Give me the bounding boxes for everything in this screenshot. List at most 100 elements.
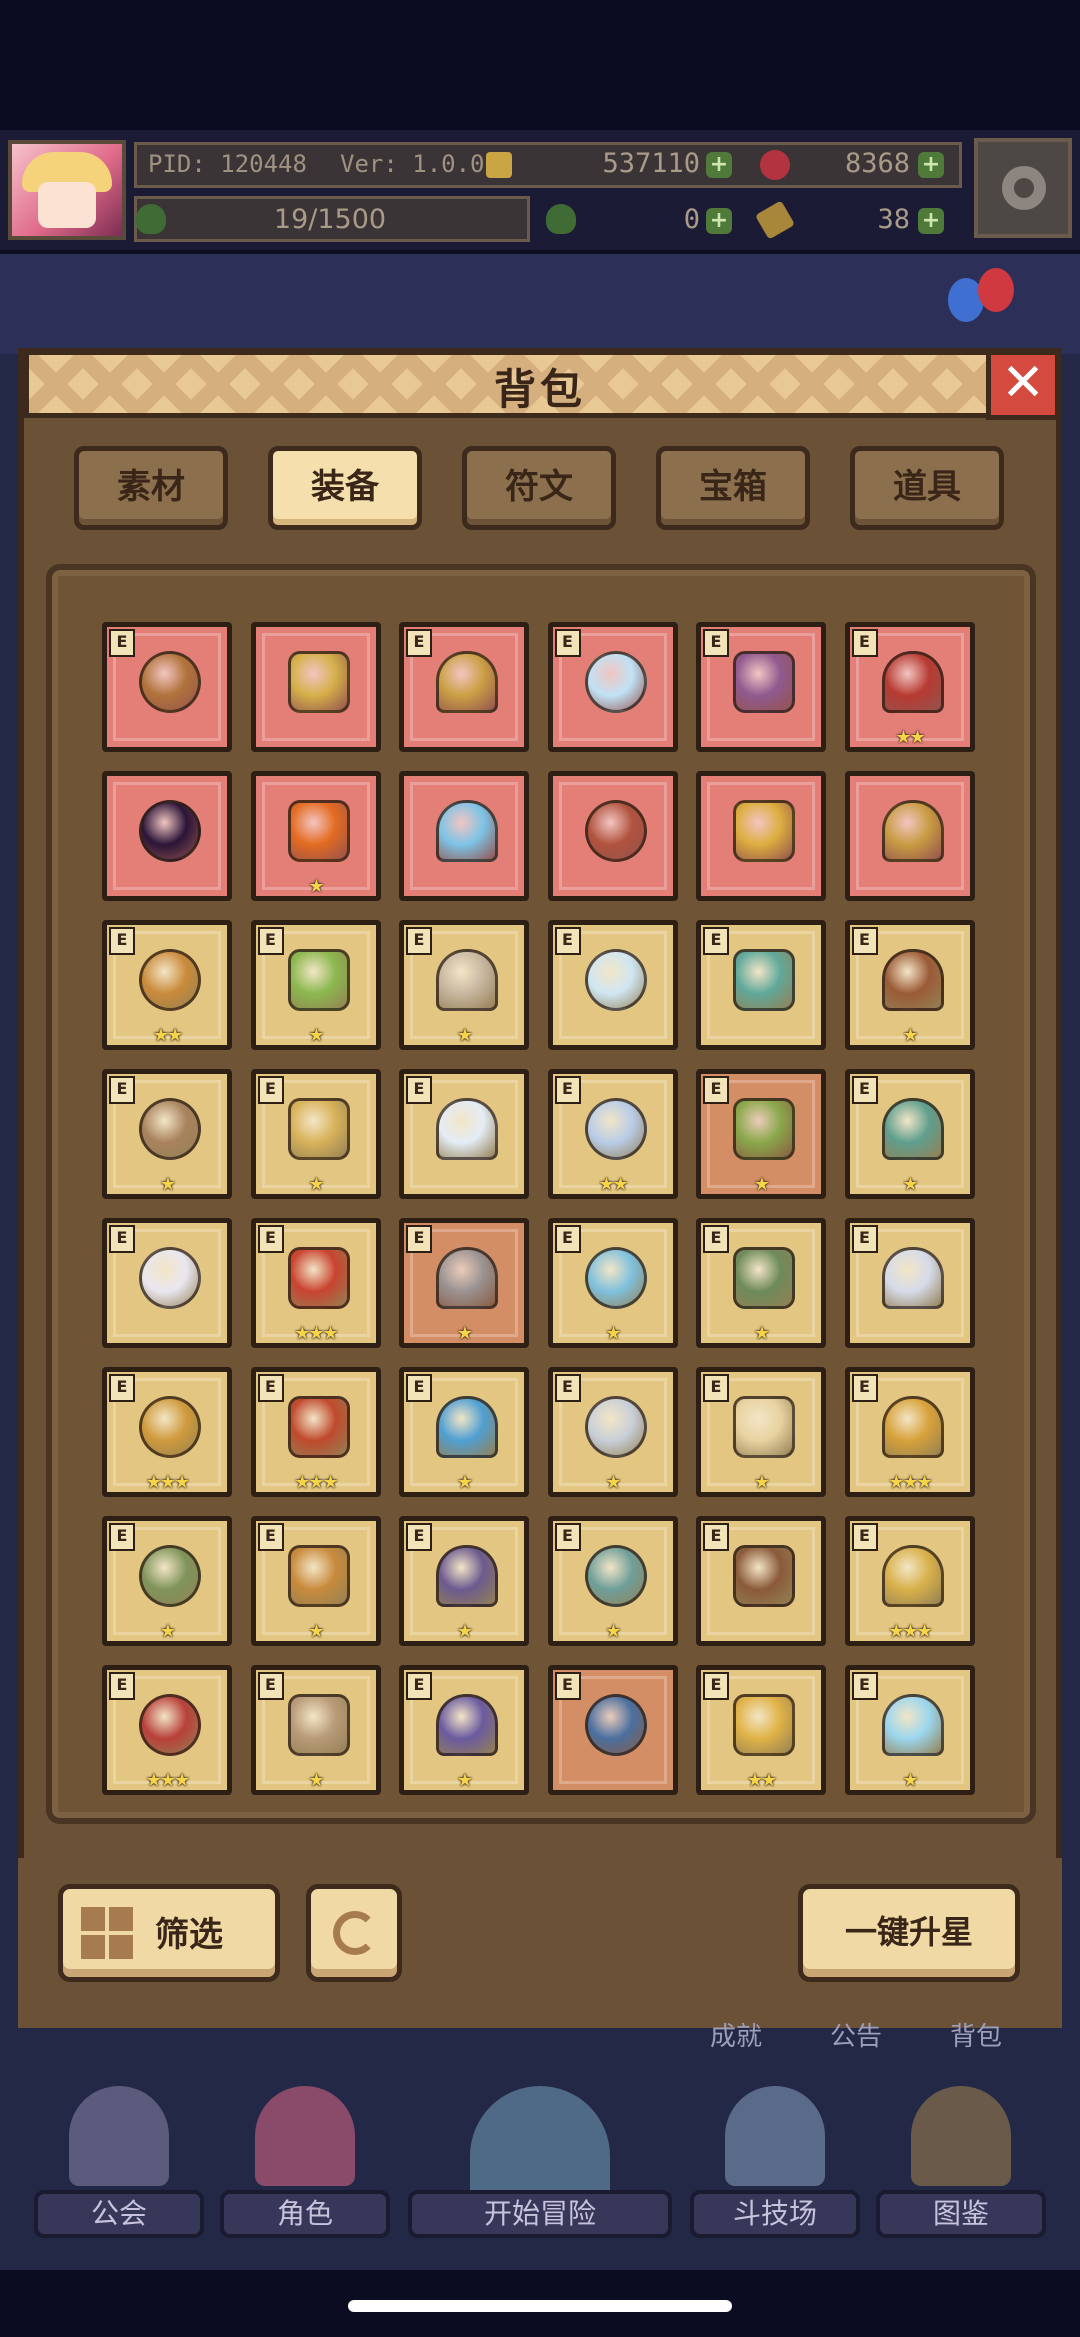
tab-chests[interactable]: 宝箱 [656,446,810,530]
teal-helmet-icon [881,1098,944,1160]
nav-arena[interactable]: 斗技场 [690,2086,860,2246]
filter-button[interactable]: 筛选 [58,1884,280,1982]
leather-boots-icon [287,1694,350,1756]
inventory-slot[interactable]: E ★ [250,1516,381,1646]
add-key-icon[interactable]: + [918,208,944,234]
equipped-badge: E [554,1225,581,1253]
inventory-slot[interactable]: E ★ [102,1516,232,1646]
horned-helmet-icon [436,651,498,713]
refresh-icon [333,1911,377,1955]
inventory-slot[interactable]: E ★★ [547,1069,678,1199]
blue-boots-icon [584,1694,647,1756]
inventory-slot[interactable]: E [547,920,678,1050]
close-button[interactable]: ✕ [986,350,1060,420]
settings-button[interactable] [974,138,1072,238]
inventory-slot[interactable]: E ★ [399,1516,529,1646]
inventory-slot[interactable]: E ★★★ [844,1516,975,1646]
character-icon [255,2086,355,2186]
inventory-slot[interactable]: E ★ [696,1367,826,1497]
add-gem-icon[interactable]: + [918,152,944,178]
equipped-badge: E [257,1672,284,1700]
inventory-slot[interactable]: E [696,1516,826,1646]
inventory-slot[interactable]: E ★★★ [102,1367,232,1497]
inventory-slot[interactable]: E ★ [696,1069,826,1199]
inventory-slot[interactable]: E [399,622,529,752]
equipped-badge: E [851,1225,878,1253]
inventory-slot[interactable]: E ★ [399,1665,529,1795]
inventory-slot[interactable]: E ★ [547,1516,678,1646]
gold-amount: 537110 [602,148,700,179]
inventory-slot[interactable]: E [696,920,826,1050]
inventory-slot[interactable]: E ★ [399,1218,529,1348]
equipped-badge: E [406,629,432,657]
gold-belt-icon [287,1545,350,1607]
ice-robe-icon [584,1247,647,1309]
inventory-slot[interactable]: E [547,1665,678,1795]
inventory-slot[interactable]: E ★ [250,920,381,1050]
inventory-slot[interactable]: E ★ [250,1069,381,1199]
claw-glove-icon [584,1396,647,1458]
tab-materials[interactable]: 素材 [74,446,228,530]
equipped-badge: E [554,1672,581,1700]
inventory-slot[interactable]: E ★★ [696,1665,826,1795]
nav-codex[interactable]: 图鉴 [876,2086,1046,2246]
gear-icon [1002,166,1046,210]
add-gold-icon[interactable]: + [706,152,732,178]
inventory-slot[interactable]: E ★★★ [250,1367,381,1497]
inventory-slot[interactable]: E [696,622,826,752]
inventory-slot[interactable] [844,771,975,901]
inventory-slot[interactable]: E ★ [399,1367,529,1497]
avatar-face [38,182,96,228]
inventory-slot[interactable]: E ★★★ [844,1367,975,1497]
refresh-button[interactable] [306,1884,402,1982]
star-rating: ★★★ [888,1621,932,1642]
inventory-slot[interactable]: E ★★★ [102,1665,232,1795]
inventory-slot[interactable]: E ★★ [102,920,232,1050]
inventory-slot[interactable] [250,622,381,752]
inventory-slot[interactable] [696,771,826,901]
nav-start-adventure[interactable]: 开始冒险 [408,2086,672,2246]
inventory-slot[interactable]: E [547,622,678,752]
inventory-slot[interactable]: E [399,1069,529,1199]
inventory-slot[interactable]: E ★★ [844,622,975,752]
purple-belt-icon [436,1545,498,1607]
inventory-slot[interactable]: E ★ [844,920,975,1050]
inventory-slot[interactable] [399,771,529,901]
nav-character[interactable]: 角色 [220,2086,390,2246]
equipped-badge: E [109,927,135,955]
stone-armor-icon [436,1247,498,1309]
nav-adventure-label: 开始冒险 [408,2190,672,2238]
star-rating: ★ [308,1770,324,1791]
inventory-slot[interactable] [102,771,232,901]
tab-items[interactable]: 道具 [850,446,1004,530]
tab-equipment[interactable]: 装备 [268,446,422,530]
inventory-slot[interactable]: E [844,1218,975,1348]
tab-runes[interactable]: 符文 [462,446,616,530]
equipped-badge: E [851,1076,878,1104]
inventory-slot[interactable] [547,771,678,901]
gold-emblem-icon [733,1694,795,1756]
nav-character-label: 角色 [220,2190,390,2238]
star-rating: ★ [159,1174,176,1195]
inventory-slot[interactable]: E ★ [250,1665,381,1795]
player-avatar[interactable] [8,140,126,240]
star-rating: ★★★ [145,1770,190,1791]
inventory-slot[interactable]: E ★ [102,1069,232,1199]
inventory-slot[interactable]: E ★ [844,1665,975,1795]
inventory-slot[interactable]: E ★ [696,1218,826,1348]
inventory-slot[interactable]: E ★ [547,1218,678,1348]
inventory-slot[interactable]: E ★ [844,1069,975,1199]
inventory-slot[interactable]: E ★ [399,920,529,1050]
inventory-slot[interactable]: E [102,622,232,752]
one-click-upgrade-button[interactable]: 一键升星 [798,1884,1020,1982]
star-rating: ★★★ [145,1472,190,1493]
equipped-badge: E [554,927,581,955]
clover-amount: 0 [683,204,700,235]
inventory-slot[interactable]: E ★★★ [250,1218,381,1348]
inventory-slot[interactable]: E ★ [547,1367,678,1497]
inventory-slot[interactable]: ★ [250,771,381,901]
nav-guild[interactable]: 公会 [34,2086,204,2246]
inventory-slot[interactable]: E [102,1218,232,1348]
star-rating: ★ [605,1472,621,1493]
add-clover-icon[interactable]: + [706,208,732,234]
